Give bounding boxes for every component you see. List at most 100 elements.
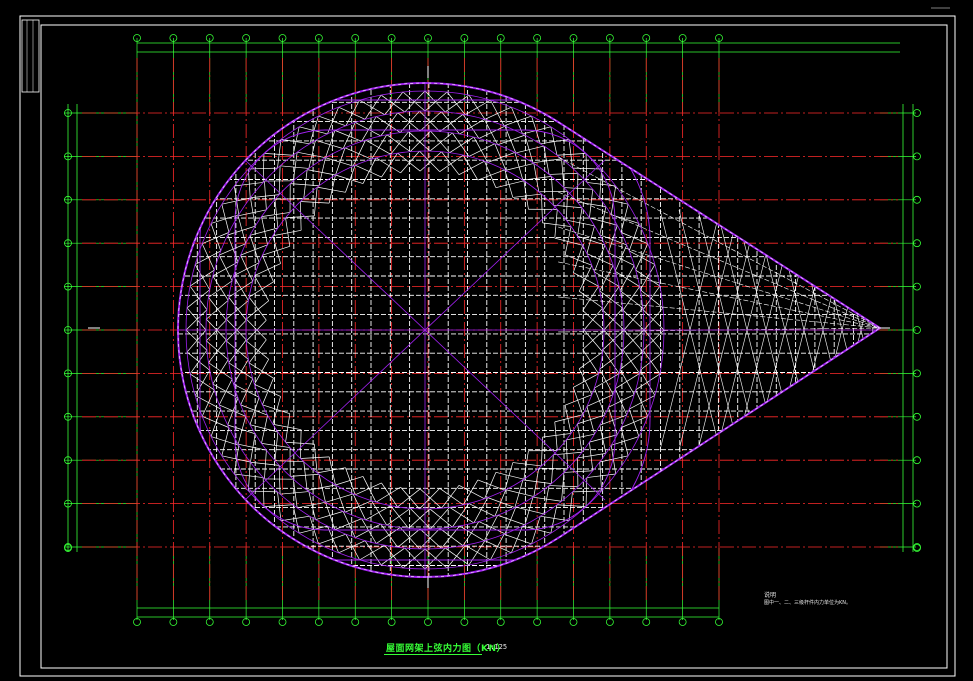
- truss-web-diagonal: [246, 319, 267, 342]
- truss-web-diagonal: [278, 165, 281, 195]
- truss-web-diagonal: [582, 349, 599, 374]
- truss-web-diagonal: [264, 181, 267, 210]
- truss-web-diagonal: [563, 187, 593, 190]
- truss-web-diagonal: [313, 444, 318, 473]
- truss-web-diagonal: [248, 281, 274, 298]
- truss-web-diagonal: [248, 461, 251, 492]
- truss-web-diagonal: [380, 523, 399, 548]
- truss-web-diagonal: [553, 204, 583, 209]
- note-heading: 说明: [764, 592, 777, 599]
- truss-web-diagonal: [300, 429, 302, 459]
- truss-web-diagonal: [430, 507, 450, 530]
- truss-web-diagonal: [599, 168, 602, 199]
- truss-web-diagonal: [462, 154, 479, 181]
- truss-web-diagonal: [542, 433, 572, 438]
- truss-web-diagonal: [261, 443, 291, 448]
- truss-web-diagonal: [439, 154, 464, 172]
- truss-web-diagonal: [573, 373, 599, 388]
- truss-web-diagonal: [446, 545, 466, 569]
- truss-web-diagonal: [274, 199, 279, 229]
- truss-web-diagonal: [533, 163, 540, 192]
- truss-web-diagonal: [262, 255, 274, 282]
- truss-web-diagonal: [554, 421, 558, 451]
- truss-web-diagonal: [583, 329, 603, 353]
- truss-web-diagonal: [459, 525, 485, 542]
- truss-web-diagonal: [246, 318, 267, 341]
- truss-web-diagonal: [441, 111, 460, 135]
- truss-web-diagonal: [344, 500, 372, 513]
- truss-web-diagonal: [248, 362, 274, 379]
- truss-web-diagonal: [599, 290, 624, 309]
- truss-web-diagonal: [355, 122, 381, 137]
- cad-drawing-canvas: [19, 7, 956, 677]
- truss-web-diagonal: [459, 118, 485, 135]
- truss-web-diagonal: [583, 307, 603, 331]
- truss-web-diagonal: [272, 423, 302, 431]
- truss-web-diagonal: [593, 244, 606, 273]
- truss-web-diagonal: [300, 201, 330, 204]
- truss-web-diagonal: [263, 153, 294, 156]
- truss-web-diagonal: [248, 339, 267, 364]
- truss-web-diagonal: [582, 310, 605, 331]
- truss-web-diagonal: [272, 229, 302, 237]
- truss-web-diagonal: [430, 130, 450, 153]
- truss-web-diagonal: [541, 437, 543, 466]
- truss-web-diagonal: [614, 244, 628, 272]
- truss-web-diagonal: [248, 296, 267, 321]
- truss-web-diagonal: [554, 209, 558, 239]
- truss-web-diagonal: [290, 473, 320, 477]
- truss-web-diagonal: [589, 189, 594, 218]
- truss-web-diagonal: [599, 265, 614, 292]
- truss-web-diagonal: [619, 351, 644, 370]
- truss-web-diagonal: [497, 134, 526, 146]
- truss-web-diagonal: [429, 132, 453, 152]
- truss-web-diagonal: [380, 547, 405, 566]
- truss-web-diagonal: [497, 514, 526, 526]
- truss-web-diagonal: [523, 180, 529, 210]
- truss-web-diagonal: [380, 94, 405, 113]
- truss-web-diagonal: [449, 136, 475, 153]
- truss-web-diagonal: [274, 431, 279, 461]
- truss-web-diagonal: [599, 368, 614, 395]
- truss-web-diagonal: [572, 490, 602, 493]
- truss-web-diagonal: [556, 153, 587, 156]
- truss-web-diagonal: [344, 147, 372, 160]
- truss-web-diagonal: [445, 547, 470, 566]
- truss-web-diagonal: [254, 359, 270, 385]
- truss-web-diagonal: [390, 131, 409, 155]
- truss-web-diagonal: [248, 168, 251, 199]
- truss-web-diagonal: [599, 461, 602, 492]
- truss-web-diagonal: [384, 545, 404, 569]
- truss-web-diagonal: [228, 297, 247, 321]
- truss-web-diagonal: [285, 441, 315, 445]
- truss-web-diagonal: [542, 222, 572, 227]
- truss-web-diagonal: [218, 254, 233, 282]
- truss-web-diagonal: [577, 207, 583, 237]
- truss-web-diagonal: [359, 544, 385, 561]
- note-body: 图中一、二、三级杆件内力单位为KN。: [764, 600, 852, 606]
- truss-web-diagonal: [468, 503, 495, 517]
- truss-web-diagonal: [602, 286, 620, 311]
- truss-web-diagonal: [622, 286, 640, 311]
- truss-web-diagonal: [586, 473, 616, 478]
- truss-web-diagonal: [487, 497, 515, 508]
- truss-web-diagonal: [538, 190, 568, 193]
- truss-web-diagonal: [300, 201, 302, 231]
- truss-web-diagonal: [556, 504, 587, 507]
- truss-web-diagonal: [642, 350, 661, 375]
- truss-web-diagonal: [246, 340, 269, 360]
- truss-web-diagonal: [439, 528, 464, 546]
- truss-web-diagonal: [194, 264, 211, 290]
- truss-web-diagonal: [365, 139, 391, 155]
- truss-web-diagonal: [226, 300, 249, 320]
- truss-web-diagonal: [384, 91, 404, 115]
- truss-web-diagonal: [458, 485, 485, 500]
- truss-web-diagonal: [503, 533, 532, 545]
- truss-web-diagonal: [186, 289, 210, 309]
- truss-web-diagonal: [355, 482, 382, 496]
- truss-web-diagonal: [280, 165, 309, 169]
- truss-web-diagonal: [577, 453, 607, 459]
- truss-web-diagonal: [446, 91, 466, 115]
- truss-web-diagonal: [208, 297, 227, 321]
- truss-web-diagonal: [563, 470, 593, 473]
